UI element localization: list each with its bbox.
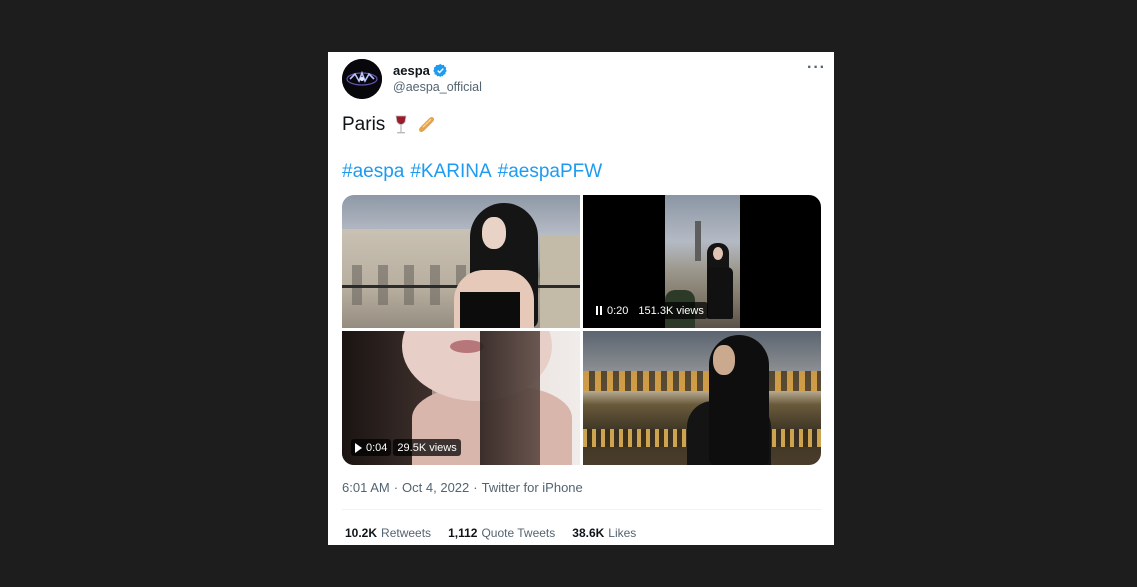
video-views-badge: 151.3K views — [634, 302, 708, 319]
likes-label: Likes — [608, 526, 637, 540]
video-badge: 0:20 151.3K views — [592, 302, 708, 319]
likes-stat[interactable]: 38.6K Likes — [572, 526, 636, 540]
video-subject-body — [707, 267, 733, 319]
video-time: 0:20 — [607, 304, 629, 317]
media-grid: 0:20 151.3K views 0:04 29.5K views — [342, 195, 821, 465]
tweet-date[interactable]: Oct 4, 2022 — [402, 480, 469, 495]
tweet-text: Paris — [342, 114, 437, 136]
separator: · — [473, 480, 478, 495]
media-video-2[interactable]: 0:04 29.5K views — [342, 331, 580, 465]
video-time-badge[interactable]: 0:04 — [351, 439, 392, 456]
avatar[interactable] — [342, 59, 382, 99]
hashtag-karina[interactable]: #KARINA — [410, 161, 491, 183]
photo-subject-face — [482, 217, 506, 249]
video-views: 29.5K views — [397, 441, 457, 454]
separator: · — [393, 480, 399, 495]
quote-tweets-label: Quote Tweets — [481, 526, 556, 540]
hashtags: #aespa #KARINA #aespaPFW — [342, 161, 602, 183]
video-badge: 0:04 29.5K views — [351, 439, 461, 456]
hashtag-aespa[interactable]: #aespa — [342, 161, 404, 183]
wine-glass-icon — [395, 115, 407, 134]
photo-subject-face — [713, 345, 735, 375]
photo-cityline — [583, 371, 821, 391]
video-views: 151.3K views — [638, 304, 704, 317]
video-time-badge[interactable]: 0:20 — [592, 302, 633, 319]
video-tower — [695, 221, 701, 261]
video-subject-hair-right — [480, 331, 540, 465]
tweet-card: aespa @aespa_official ··· Paris #aespa #… — [328, 52, 834, 545]
photo-subject-dress — [460, 292, 520, 328]
retweets-label: Retweets — [381, 526, 432, 540]
divider — [342, 509, 821, 510]
tweet-time[interactable]: 6:01 AM — [342, 480, 390, 495]
baguette-icon — [419, 117, 435, 133]
aespa-logo-icon — [342, 59, 382, 99]
quote-tweets-stat[interactable]: 1,112 Quote Tweets — [448, 526, 555, 540]
tweet-source[interactable]: Twitter for iPhone — [482, 480, 583, 495]
author-name-row: aespa — [393, 63, 448, 78]
hashtag-aespapfw[interactable]: #aespaPFW — [498, 161, 603, 183]
pause-icon[interactable] — [596, 306, 603, 315]
video-time: 0:04 — [366, 441, 388, 454]
photo-building — [540, 235, 580, 328]
retweets-stat[interactable]: 10.2K Retweets — [345, 526, 431, 540]
media-video-1[interactable]: 0:20 151.3K views — [583, 195, 821, 328]
video-subject-face — [713, 247, 723, 260]
more-options-icon[interactable]: ··· — [807, 59, 826, 77]
timestamp-row: 6:01 AM · Oct 4, 2022 · Twitter for iPho… — [342, 480, 583, 495]
tweet-body: Paris — [342, 114, 386, 135]
stats-row: 10.2K Retweets 1,112 Quote Tweets 38.6K … — [345, 526, 636, 540]
author-handle[interactable]: @aespa_official — [393, 80, 482, 94]
media-photo-2[interactable] — [583, 331, 821, 465]
quote-tweets-count: 1,112 — [448, 526, 478, 540]
play-icon[interactable] — [355, 442, 362, 453]
media-photo-1[interactable] — [342, 195, 580, 328]
retweets-count: 10.2K — [345, 526, 378, 540]
video-views-badge: 29.5K views — [393, 439, 461, 456]
author-display-name[interactable]: aespa — [393, 63, 430, 78]
verified-badge-icon — [433, 63, 447, 78]
likes-count: 38.6K — [572, 526, 605, 540]
video-subject-lips — [450, 340, 484, 353]
